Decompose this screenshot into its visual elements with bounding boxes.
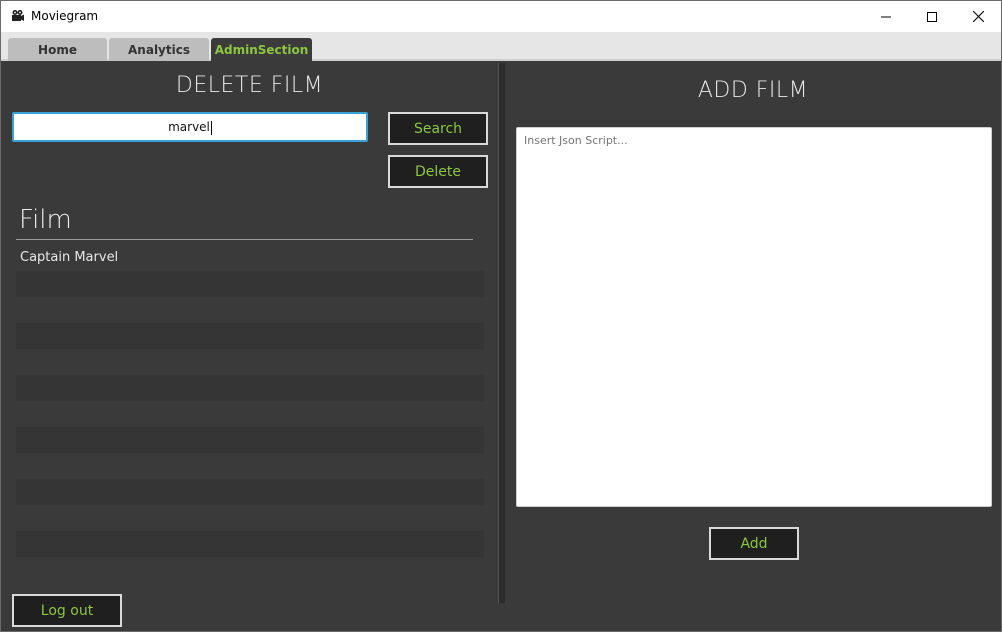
logout-button[interactable]: Log out bbox=[12, 594, 122, 627]
list-item[interactable] bbox=[16, 323, 484, 349]
json-script-input[interactable] bbox=[516, 127, 992, 507]
maximize-icon bbox=[927, 11, 937, 22]
list-item[interactable] bbox=[16, 271, 484, 297]
search-input-value: marvel bbox=[168, 120, 210, 134]
film-camera-icon bbox=[12, 10, 24, 21]
add-button[interactable]: Add bbox=[709, 527, 799, 560]
search-input[interactable]: marvel bbox=[12, 112, 368, 142]
list-item[interactable] bbox=[16, 479, 484, 505]
delete-film-heading: DELETE FILM bbox=[175, 73, 324, 98]
title-bar: Moviegram bbox=[1, 1, 1001, 32]
film-column-header[interactable]: Film bbox=[19, 205, 72, 235]
list-item[interactable] bbox=[16, 297, 484, 323]
app-window: Moviegram Home Analytics AdminSection DE… bbox=[0, 0, 1002, 632]
tab-home[interactable]: Home bbox=[8, 38, 107, 61]
list-item[interactable]: Captain Marvel bbox=[16, 245, 484, 271]
minimize-icon bbox=[881, 16, 891, 17]
list-item[interactable] bbox=[16, 349, 484, 375]
tab-strip: Home Analytics AdminSection bbox=[1, 32, 1001, 61]
search-button[interactable]: Search bbox=[388, 112, 488, 145]
tab-analytics[interactable]: Analytics bbox=[109, 38, 209, 61]
tab-admin-section[interactable]: AdminSection bbox=[211, 38, 312, 61]
list-item[interactable] bbox=[16, 505, 484, 531]
window-title: Moviegram bbox=[31, 9, 99, 23]
list-item[interactable] bbox=[16, 375, 484, 401]
film-list: Film Captain Marvel bbox=[16, 203, 484, 603]
list-item[interactable] bbox=[16, 427, 484, 453]
delete-button[interactable]: Delete bbox=[388, 155, 488, 188]
admin-content: DELETE FILM marvel Search Delete Film Ca… bbox=[1, 63, 1001, 631]
split-divider[interactable] bbox=[498, 63, 505, 603]
list-item[interactable] bbox=[16, 557, 484, 583]
text-caret bbox=[210, 120, 212, 135]
list-item[interactable] bbox=[16, 531, 484, 557]
minimize-button[interactable] bbox=[863, 1, 909, 32]
close-button[interactable] bbox=[955, 1, 1001, 32]
close-icon bbox=[972, 11, 984, 22]
list-item[interactable] bbox=[16, 453, 484, 479]
maximize-button[interactable] bbox=[909, 1, 955, 32]
list-item[interactable] bbox=[16, 401, 484, 427]
list-header-divider bbox=[16, 239, 473, 240]
add-film-heading: ADD FILM bbox=[697, 78, 809, 103]
